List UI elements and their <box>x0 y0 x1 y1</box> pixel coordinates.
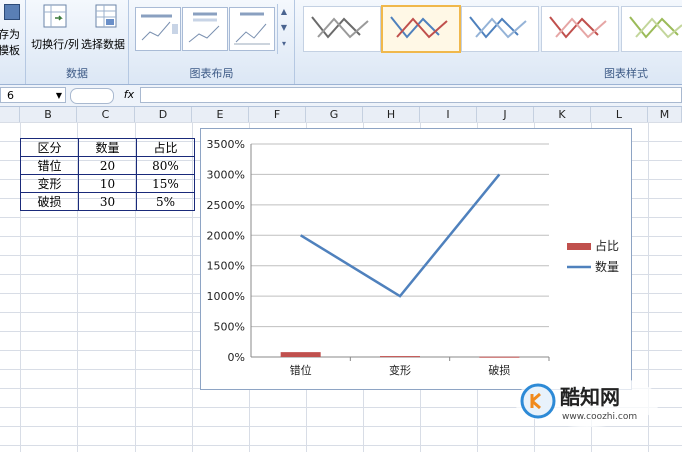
table-cell[interactable]: 破损 <box>20 192 79 211</box>
layout-thumb-3[interactable] <box>229 7 275 51</box>
bar <box>380 356 420 358</box>
chart-style-5-icon <box>629 16 682 39</box>
legend-label: 数量 <box>595 259 619 274</box>
table-cell[interactable]: 10 <box>78 174 137 193</box>
table-cell[interactable]: 30 <box>78 192 137 211</box>
chart-style-1-icon <box>311 16 369 39</box>
select-data-button[interactable]: 选择数据 <box>81 2 128 52</box>
data-group-label: 数据 <box>66 67 88 80</box>
switch-row-column-label: 切换行/列 <box>31 38 79 51</box>
select-data-label: 选择数据 <box>81 38 125 51</box>
table-cell[interactable]: 80% <box>136 156 195 175</box>
y-tick-label: 0% <box>228 351 245 364</box>
layout-thumb-2-icon <box>188 12 220 43</box>
chart-style-1[interactable] <box>303 6 381 52</box>
y-tick-label: 1000% <box>207 290 245 303</box>
column-header-e[interactable]: E <box>192 107 249 122</box>
table-header-cell[interactable]: 区分 <box>20 138 79 157</box>
column-header-j[interactable]: J <box>477 107 534 122</box>
y-tick-label: 2500% <box>207 199 245 212</box>
column-headers: B C D E F G H I J K L M <box>0 107 682 123</box>
bar <box>479 356 520 358</box>
save-template-icon <box>4 4 20 20</box>
table-cell[interactable]: 5% <box>136 192 195 211</box>
table-header-row: 区分 数量 占比 <box>20 138 195 157</box>
y-tick-label: 500% <box>214 321 245 334</box>
chart-style-4-icon <box>549 16 607 39</box>
y-tick-label: 1500% <box>207 260 245 273</box>
table-cell[interactable]: 错位 <box>20 156 79 175</box>
chart-svg: 0% 500% 1000% 1500% 2000% 2500% 3000% 3500% 错位 变形… <box>207 138 619 377</box>
column-header-b[interactable]: B <box>20 107 77 122</box>
column-header-l[interactable]: L <box>591 107 648 122</box>
select-all-corner[interactable] <box>0 107 20 122</box>
layout-scroll[interactable]: ▲ ▼ ▾ <box>277 4 290 54</box>
bar <box>280 352 321 357</box>
save-template-group: 存为 模板 <box>0 0 26 84</box>
x-tick-label: 变形 <box>389 363 411 377</box>
name-box-value: 6 <box>7 89 14 102</box>
formula-bar-divider <box>70 88 114 104</box>
chart-style-3[interactable] <box>461 6 539 52</box>
chart-style-4[interactable] <box>541 6 619 52</box>
chart-styles-group: 图表样式 <box>295 0 682 84</box>
column-header-k[interactable]: K <box>534 107 591 122</box>
table-cell[interactable]: 20 <box>78 156 137 175</box>
name-box[interactable]: 6 ▼ <box>0 87 66 103</box>
column-header-f[interactable]: F <box>249 107 306 122</box>
watermark-logo: 酷知网 www.coozhi.com <box>514 375 660 427</box>
legend-swatch-bar <box>567 243 591 250</box>
chart-style-2-icon <box>390 16 448 39</box>
layout-thumb-1[interactable] <box>135 7 181 51</box>
table-row: 变形 10 15% <box>20 174 195 193</box>
y-tick-label: 3000% <box>207 168 245 181</box>
table-row: 破损 30 5% <box>20 192 195 211</box>
table-header-cell[interactable]: 数量 <box>78 138 137 157</box>
formula-input[interactable] <box>140 87 682 103</box>
chart-styles-group-label: 图表样式 <box>604 67 648 80</box>
table-header-cell[interactable]: 占比 <box>136 138 195 157</box>
name-box-dropdown-icon[interactable]: ▼ <box>56 88 62 104</box>
legend-label: 占比 <box>595 238 619 253</box>
save-template-label-2: 模板 <box>0 44 20 57</box>
insert-function-button[interactable]: fx <box>118 87 140 103</box>
chart-style-2[interactable] <box>381 5 461 53</box>
table-cell[interactable]: 15% <box>136 174 195 193</box>
switch-row-column-icon <box>43 4 67 28</box>
ribbon: 存为 模板 切换行/列 选择数据 数据 ▲ ▼ ▾ 图表布局 图表样式 <box>0 0 682 85</box>
chart-area[interactable]: 0% 500% 1000% 1500% 2000% 2500% 3000% 3500% 错位 变形… <box>200 128 632 390</box>
formula-bar: 6 ▼ fx <box>0 85 682 107</box>
layout-thumb-2[interactable] <box>182 7 228 51</box>
select-data-icon <box>95 4 117 28</box>
column-header-g[interactable]: G <box>306 107 363 122</box>
switch-row-column-button[interactable]: 切换行/列 <box>28 2 82 52</box>
column-header-h[interactable]: H <box>363 107 420 122</box>
save-template-label-1: 存为 <box>0 28 20 41</box>
column-header-d[interactable]: D <box>135 107 192 122</box>
chart-style-3-icon <box>469 16 527 39</box>
column-header-m[interactable]: M <box>648 107 682 122</box>
x-tick-label: 破损 <box>488 363 510 377</box>
table-row: 错位 20 80% <box>20 156 195 175</box>
svg-text:www.coozhi.com: www.coozhi.com <box>562 412 637 422</box>
layout-thumb-3-icon <box>234 12 270 45</box>
watermark: 酷知网 www.coozhi.com <box>512 372 662 430</box>
chart-style-5[interactable] <box>621 6 682 52</box>
column-header-c[interactable]: C <box>77 107 135 122</box>
chart-layout-group-label: 图表布局 <box>189 67 234 80</box>
data-table: 区分 数量 占比 错位 20 80% 变形 10 15% 破损 30 5% <box>20 138 195 211</box>
chart-layout-group: ▲ ▼ ▾ 图表布局 <box>129 0 295 84</box>
svg-text:酷知网: 酷知网 <box>560 385 620 409</box>
y-tick-label: 2000% <box>207 229 245 242</box>
column-header-i[interactable]: I <box>420 107 477 122</box>
y-tick-label: 3500% <box>207 138 245 151</box>
table-cell[interactable]: 变形 <box>20 174 79 193</box>
layout-thumb-1-icon <box>141 14 178 41</box>
data-group: 切换行/列 选择数据 数据 <box>26 0 129 84</box>
save-as-template-button[interactable]: 存为 模板 <box>0 4 22 62</box>
x-tick-label: 错位 <box>290 363 312 377</box>
